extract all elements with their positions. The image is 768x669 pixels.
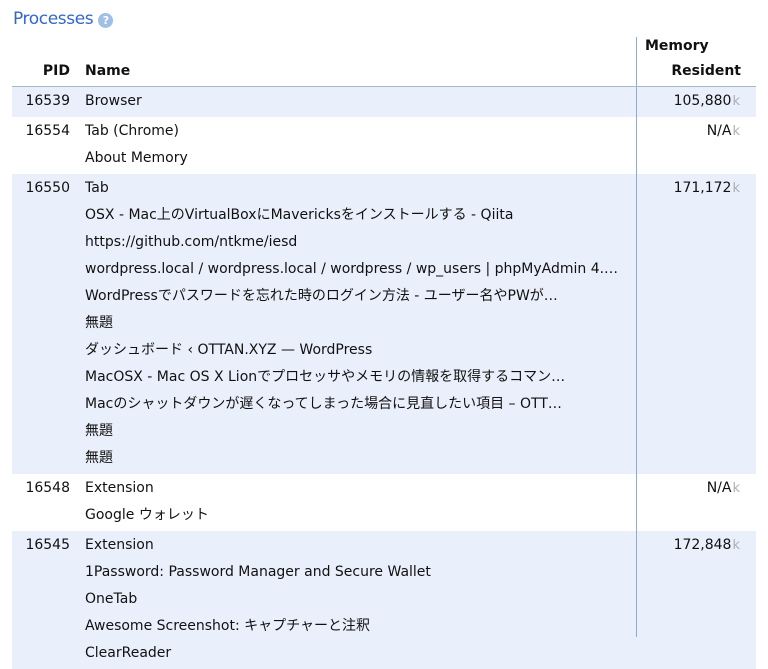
name-cell: Extension Google ウォレット [70,474,634,528]
process-title-line: 1Password: Password Manager and Secure W… [85,564,431,580]
table-row: 16554 Tab (Chrome) About Memory N/Ak [12,117,756,174]
name-column-header[interactable]: Name [85,63,130,79]
pid-column-header[interactable]: PID [43,63,70,79]
process-title-line: WordPressでパスワードを忘れた時のログイン方法 - ユーザー名やPWが… [85,288,558,304]
process-type-label: Extension [85,480,154,496]
resident-memory-cell: N/Ak [636,117,756,143]
help-circle-icon[interactable]: ? [98,12,114,28]
resident-memory-cell: 105,880k [636,87,756,113]
resident-memory-cell: 171,172k [636,174,756,200]
resident-memory-cell: 172,848k [636,531,756,557]
unit-label: k [732,181,740,196]
process-type-label: Tab [85,180,109,196]
pid-cell: 16550 [25,180,70,196]
resident-value: 172,848 [673,537,732,553]
table-row: 16548 Extension Google ウォレット N/Ak [12,474,756,531]
resident-value: 105,880 [673,93,732,109]
unit-label: k [732,481,740,496]
process-title-line: Google ウォレット [85,507,209,523]
process-title-line: Macのシャットダウンが遅くなってしまった場合に見直したい項目 – OTT… [85,396,562,412]
process-title-line: OneTab [85,591,138,607]
process-type-label: Extension [85,537,154,553]
memory-group-header: Memory [645,38,709,54]
unit-label: k [732,94,740,109]
pid-cell: 16539 [25,93,70,109]
table-row: 16550 Tab OSX - Mac上のVirtualBoxにMavericksを… [12,174,756,474]
process-title-line: About Memory [85,150,188,166]
processes-table: PID Name Memory Resident 16539 Browser 105… [12,37,756,669]
process-title-line: OSX - Mac上のVirtualBoxにMavericksをインストールする… [85,207,514,223]
process-title-line: ClearReader [85,645,172,661]
process-title-line: 無題 [85,315,113,331]
process-type-label: Tab (Chrome) [85,123,179,139]
process-title-line: 無題 [85,450,113,466]
pid-cell: 16554 [25,123,70,139]
process-title-line: ダッシュボード ‹ OTTAN.XYZ — WordPress [85,342,373,358]
column-separator [636,37,637,637]
process-title-line: 無題 [85,423,113,439]
pid-cell: 16545 [25,537,70,553]
resident-column-header[interactable]: Resident [671,63,741,79]
resident-value: N/A [706,480,732,496]
process-title-line: https://github.com/ntkme/iesd [85,234,298,250]
unit-label: k [732,538,740,553]
page-title: Processes [13,9,94,29]
table-row: 16545 Extension 1Password: Password Manage… [12,531,756,669]
resident-value: N/A [706,123,732,139]
pid-cell: 16548 [25,480,70,496]
name-cell: Extension 1Password: Password Manager and… [70,531,634,666]
table-header: PID Name Memory Resident [12,37,756,87]
process-type-label: Browser [85,93,142,109]
resident-value: 171,172 [673,180,732,196]
process-title-line: MacOSX - Mac OS X Lionでプロセッサやメモリの情報を取得する… [85,369,566,385]
process-title-line: wordpress.local / wordpress.local / word… [85,261,619,277]
name-cell: Tab OSX - Mac上のVirtualBoxにMavericksをインストー… [70,174,634,471]
table-body: 16539 Browser 105,880k 16554 Tab (Chrome) Abo… [12,87,756,669]
name-cell: Tab (Chrome) About Memory [70,117,634,171]
table-row: 16539 Browser 105,880k [12,87,756,117]
unit-label: k [732,124,740,139]
process-title-line: Awesome Screenshot: キャプチャーと注釈 [85,618,371,634]
resident-memory-cell: N/Ak [636,474,756,500]
name-cell: Browser [70,87,634,114]
page-title-area: Processes ? [13,6,114,32]
